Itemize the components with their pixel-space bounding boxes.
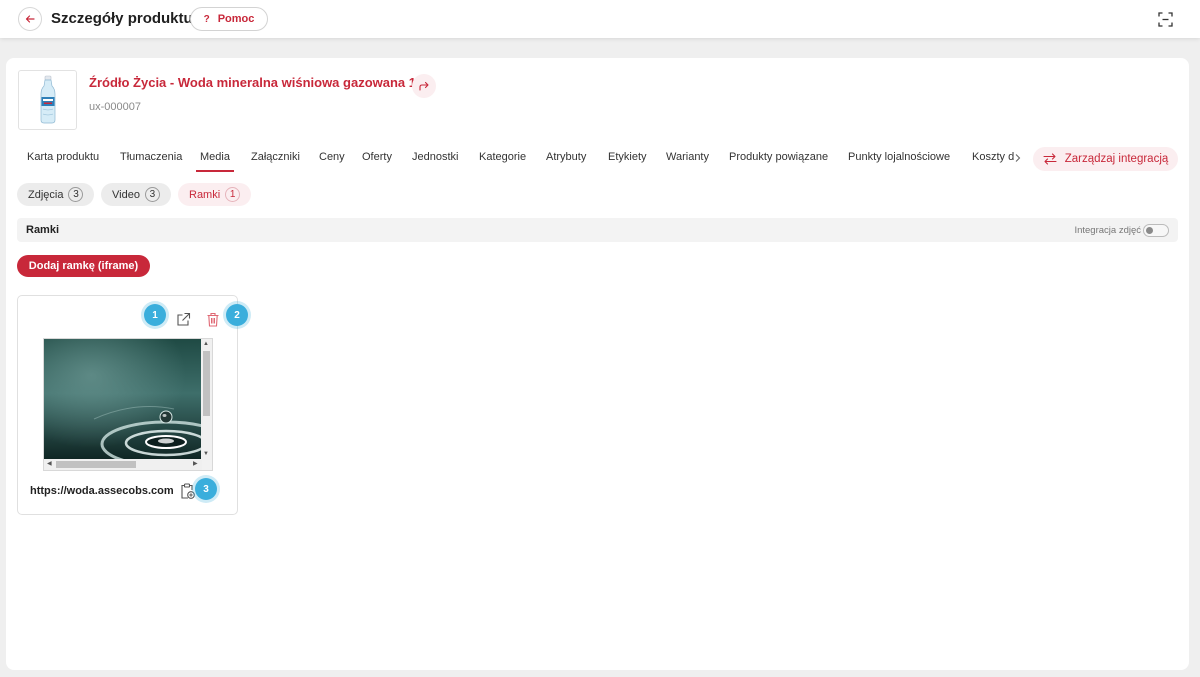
- back-button[interactable]: [18, 7, 42, 31]
- delete-frame-button[interactable]: [204, 310, 222, 328]
- count-badge: 3: [68, 187, 84, 202]
- count-badge: 3: [144, 187, 160, 202]
- tab-jednostki[interactable]: Jednostki: [412, 150, 458, 172]
- frame-card: 1 2 ▲ ▼ ◀ ▶ https://woda.assecobs.com 3: [17, 295, 248, 515]
- product-name: Źródło Życia - Woda mineralna wiśniowa g…: [89, 75, 431, 90]
- toggle-knob: [1146, 227, 1153, 234]
- tab-kategorie[interactable]: Kategorie: [479, 150, 526, 172]
- tab-koszty[interactable]: Koszty d: [972, 150, 1014, 172]
- media-tab-zdjecia[interactable]: Zdjęcia 3: [17, 183, 95, 206]
- vertical-scroll-thumb[interactable]: [203, 351, 210, 416]
- media-tab-ramki[interactable]: Ramki 1: [178, 183, 252, 206]
- iframe-preview[interactable]: ▲ ▼ ◀ ▶: [43, 338, 213, 471]
- tab-media[interactable]: Media: [196, 150, 234, 172]
- fullscreen-icon: [1158, 12, 1173, 27]
- tab-tlumaczenia[interactable]: Tłumaczenia: [120, 150, 182, 172]
- copy-url-button[interactable]: [178, 482, 196, 500]
- media-tab-label: Zdjęcia: [28, 188, 64, 201]
- vertical-scrollbar[interactable]: ▲ ▼: [201, 339, 212, 460]
- tab-atrybuty[interactable]: Atrybuty: [546, 150, 586, 172]
- clipboard-copy-icon: [180, 483, 195, 499]
- step-badge-2: 2: [226, 304, 248, 326]
- tab-oferty[interactable]: Oferty: [362, 150, 392, 172]
- swap-arrows-icon: [1043, 153, 1057, 165]
- horizontal-scroll-thumb[interactable]: [56, 461, 136, 468]
- frame-url: https://woda.assecobs.com: [30, 485, 174, 497]
- frames-section-header: Ramki Integracja zdjęć: [17, 218, 1178, 242]
- top-bar: Szczegóły produktu ? Pomoc: [0, 0, 1200, 38]
- open-link-button[interactable]: [174, 310, 192, 328]
- product-thumbnail: [18, 70, 77, 130]
- arrow-left-icon: [25, 15, 35, 23]
- external-link-icon: [176, 312, 190, 326]
- count-badge: 1: [225, 187, 241, 202]
- integration-label: Integracja zdjęć: [1074, 225, 1141, 236]
- tab-punkty-lojalnosciowe[interactable]: Punkty lojalnościowe: [848, 150, 950, 172]
- main-card: Źródło Życia - Woda mineralna wiśniowa g…: [6, 58, 1189, 670]
- product-tabs: Karta produktu Tłumaczenia Media Załączn…: [18, 150, 1028, 172]
- media-tab-label: Video: [112, 188, 140, 201]
- section-title: Ramki: [26, 224, 60, 236]
- media-tab-label: Ramki: [189, 188, 221, 201]
- step-badge-1: 1: [144, 304, 166, 326]
- manage-integration-label: Zarządzaj integracją: [1064, 153, 1169, 165]
- page-title: Szczegóły produktu: [51, 10, 193, 27]
- step-badge-3: 3: [195, 478, 217, 500]
- manage-integration-button[interactable]: Zarządzaj integracją: [1033, 147, 1178, 171]
- tab-warianty[interactable]: Warianty: [666, 150, 709, 172]
- product-code: ux-000007: [89, 101, 141, 113]
- trash-icon: [207, 312, 219, 327]
- question-icon: ?: [203, 13, 210, 25]
- fullscreen-button[interactable]: [1157, 11, 1174, 28]
- integration-toggle[interactable]: [1143, 224, 1169, 237]
- media-tab-video[interactable]: Video 3: [101, 183, 171, 206]
- tab-produkty-powiazane[interactable]: Produkty powiązane: [729, 150, 828, 172]
- forward-arrow-icon: [419, 81, 429, 91]
- tab-karta-produktu[interactable]: Karta produktu: [27, 150, 99, 172]
- help-button[interactable]: ? Pomoc: [190, 7, 268, 31]
- scroll-left-icon: ◀: [47, 461, 52, 467]
- water-bottle-image: [40, 75, 55, 124]
- help-label: Pomoc: [217, 13, 255, 25]
- tab-etykiety[interactable]: Etykiety: [608, 150, 647, 172]
- water-drop-image: [44, 339, 202, 460]
- tab-ceny[interactable]: Ceny: [319, 150, 345, 172]
- tab-zalaczniki[interactable]: Załączniki: [251, 150, 300, 172]
- add-frame-button[interactable]: Dodaj ramkę (iframe): [17, 255, 150, 277]
- tabs-scroll-right-button[interactable]: [1014, 153, 1022, 166]
- scroll-down-icon: ▼: [203, 451, 209, 457]
- open-product-button[interactable]: [412, 74, 436, 98]
- scroll-up-icon: ▲: [203, 341, 209, 347]
- horizontal-scrollbar[interactable]: ◀ ▶: [44, 459, 202, 470]
- scroll-right-icon: ▶: [193, 461, 198, 467]
- chevron-right-icon: [1015, 154, 1021, 162]
